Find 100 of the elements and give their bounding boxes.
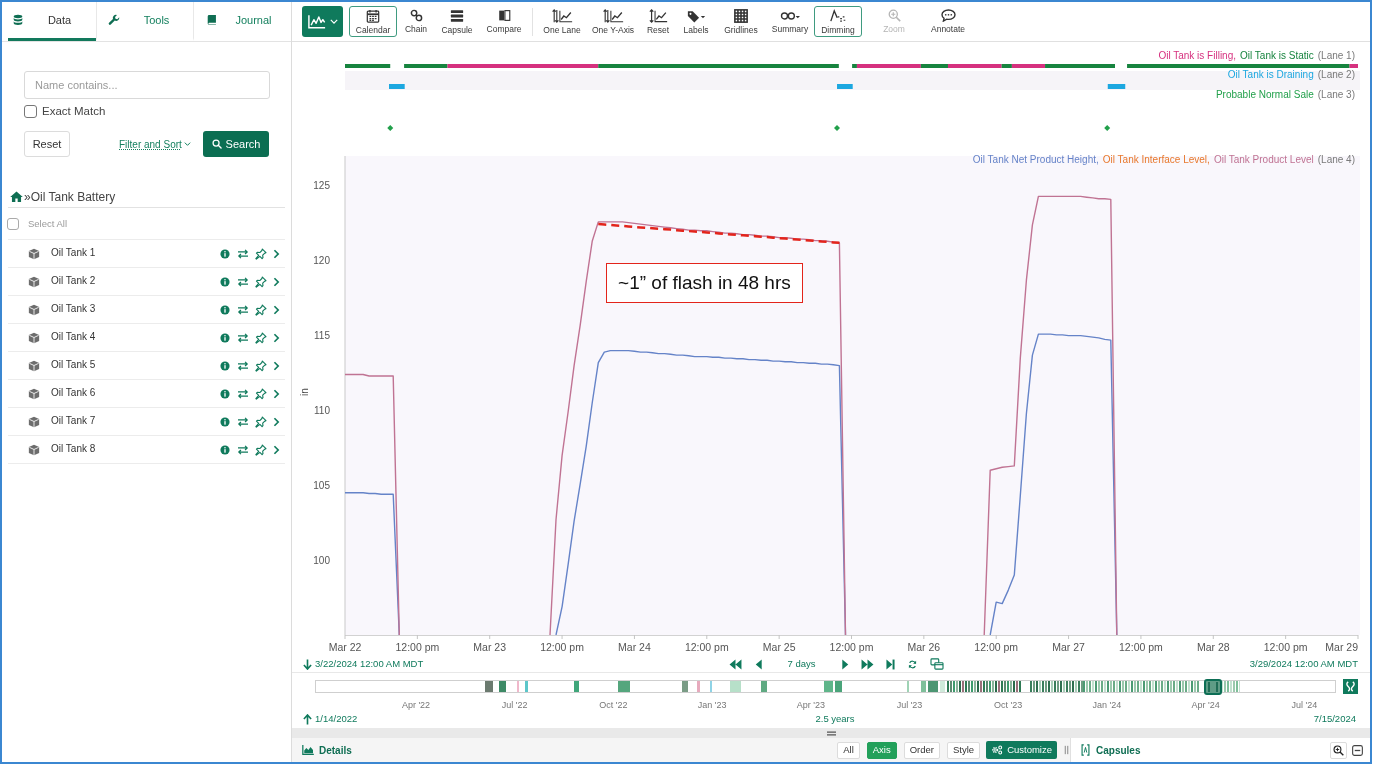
toolbar-button[interactable]: One Y-Axis — [588, 6, 638, 37]
duration-button[interactable]: 7 days — [787, 656, 816, 672]
search-button[interactable]: Search — [203, 131, 269, 157]
lane-label: (Lane 3) — [1317, 88, 1355, 102]
item-name[interactable]: Oil Tank 4 — [51, 328, 96, 344]
swap-arrows-icon[interactable] — [237, 388, 249, 399]
toolbar-button[interactable]: Gridlines — [716, 6, 766, 37]
info-icon[interactable] — [220, 444, 230, 455]
y-tick-label: 105 — [313, 479, 330, 491]
home-icon[interactable] — [10, 191, 23, 202]
checkbox-label[interactable]: Exact Match — [42, 102, 106, 121]
info-icon[interactable] — [220, 248, 230, 259]
tab[interactable]: Data — [8, 2, 96, 41]
item-name[interactable]: Oil Tank 3 — [51, 300, 96, 316]
swap-arrows-icon[interactable] — [237, 276, 249, 287]
x-tick-label: Mar 27 — [1052, 641, 1085, 653]
filter-tab[interactable]: All — [837, 741, 860, 759]
double-triangle-right-icon[interactable] — [860, 658, 874, 670]
customize-button[interactable]: Customize — [986, 741, 1057, 759]
pin-icon[interactable] — [255, 331, 267, 344]
toolbar-button[interactable]: Chain — [399, 6, 433, 37]
item-name[interactable]: Oil Tank 2 — [51, 272, 96, 288]
triangle-right-icon[interactable] — [841, 658, 849, 670]
info-icon[interactable] — [220, 388, 230, 399]
resize-handle-icon[interactable] — [826, 730, 836, 736]
filter-sort-link[interactable]: Filter and Sort — [119, 136, 191, 152]
toolbar-button[interactable]: One Lane — [538, 6, 586, 37]
item-name[interactable]: Oil Tank 1 — [51, 244, 96, 260]
toolbar-button[interactable]: Compare — [481, 6, 527, 37]
overlapping-windows-icon[interactable] — [929, 658, 944, 670]
info-icon[interactable] — [220, 360, 230, 371]
filter-tab[interactable]: Style — [947, 741, 981, 759]
chevron-right-icon[interactable] — [273, 416, 280, 427]
start-date-link[interactable]: 1/14/2022 — [315, 712, 358, 727]
toolbar-button[interactable]: Calendar — [349, 6, 397, 37]
pin-icon[interactable] — [255, 359, 267, 372]
end-date-link[interactable]: 7/15/2024 — [1313, 712, 1356, 727]
swap-arrows-icon[interactable] — [237, 416, 249, 427]
panel-title: Capsules — [1096, 743, 1141, 758]
pin-icon[interactable] — [255, 303, 267, 316]
search-field[interactable]: Name contains... — [24, 71, 270, 99]
end-time-link[interactable]: 3/29/2024 12:00 AM MDT — [1249, 656, 1358, 672]
info-icon[interactable] — [220, 304, 230, 315]
item-name[interactable]: Oil Tank 6 — [51, 384, 96, 400]
refresh-icon[interactable] — [907, 659, 917, 669]
triangle-left-icon[interactable] — [754, 658, 762, 670]
swap-arrows-icon[interactable] — [237, 444, 249, 455]
arrows-chart-icon — [602, 8, 624, 23]
toolbar-button[interactable]: Capsule — [435, 6, 479, 37]
info-icon[interactable] — [220, 416, 230, 427]
checkbox[interactable] — [7, 218, 19, 230]
toolbar-button[interactable]: Summary — [768, 6, 812, 37]
filter-tab[interactable]: Order — [903, 741, 940, 759]
chevron-right-icon[interactable] — [273, 304, 280, 315]
item-name[interactable]: Oil Tank 5 — [51, 356, 96, 372]
swap-arrows-icon[interactable] — [237, 332, 249, 343]
toolbar-button[interactable]: Dimming — [814, 6, 862, 37]
swap-arrows-icon[interactable] — [237, 304, 249, 315]
pin-icon[interactable] — [255, 275, 267, 288]
pin-icon[interactable] — [255, 247, 267, 260]
glasses-icon — [779, 9, 801, 22]
swap-arrows-icon[interactable] — [237, 248, 249, 259]
tab[interactable]: Journal — [193, 2, 290, 41]
range-handle[interactable] — [1203, 678, 1222, 695]
pin-icon[interactable] — [255, 415, 267, 428]
chevron-right-icon[interactable] — [273, 444, 280, 455]
pin-icon[interactable] — [255, 443, 267, 456]
collapse-button[interactable] — [1350, 742, 1365, 758]
toolbar-button[interactable]: Annotate — [926, 6, 970, 37]
chevron-right-icon[interactable] — [273, 360, 280, 371]
breadcrumb-link[interactable]: »Oil Tank Battery — [24, 187, 116, 206]
chart-type-button[interactable] — [302, 6, 343, 37]
x-tick-label: Mar 28 — [1196, 641, 1230, 653]
pin-icon[interactable] — [255, 387, 267, 400]
double-triangle-left-icon[interactable] — [728, 658, 742, 670]
skip-end-icon[interactable] — [885, 658, 895, 670]
item-name[interactable]: Oil Tank 8 — [51, 440, 96, 456]
info-icon[interactable] — [220, 332, 230, 343]
toolbar-button[interactable]: Reset — [640, 6, 676, 37]
x-tick-label: Mar 25 — [762, 641, 796, 653]
chevron-right-icon[interactable] — [273, 276, 280, 287]
zoom-button[interactable] — [1330, 741, 1347, 759]
item-name[interactable]: Oil Tank 7 — [51, 412, 96, 428]
start-time-link[interactable]: 3/22/2024 12:00 AM MDT — [315, 656, 424, 672]
tab[interactable]: Tools — [96, 2, 193, 41]
toolbar-button[interactable]: Labels — [678, 6, 714, 37]
overview-toggle-button[interactable] — [1343, 678, 1358, 694]
chevron-right-icon[interactable] — [273, 332, 280, 343]
reset-button[interactable]: Reset — [24, 131, 70, 157]
x-tick-label: Mar 24 — [618, 641, 651, 653]
swap-arrows-icon[interactable] — [237, 360, 249, 371]
capsule-timeline[interactable] — [315, 679, 1336, 693]
grip-icon[interactable] — [1064, 745, 1069, 755]
chevron-right-icon[interactable] — [273, 388, 280, 399]
checkbox[interactable] — [24, 105, 37, 118]
info-icon[interactable] — [220, 276, 230, 287]
lane-label: (Lane 4) — [1317, 153, 1355, 167]
span-button[interactable]: 2.5 years — [815, 712, 855, 727]
cube-icon — [28, 275, 40, 288]
chevron-right-icon[interactable] — [273, 248, 280, 259]
